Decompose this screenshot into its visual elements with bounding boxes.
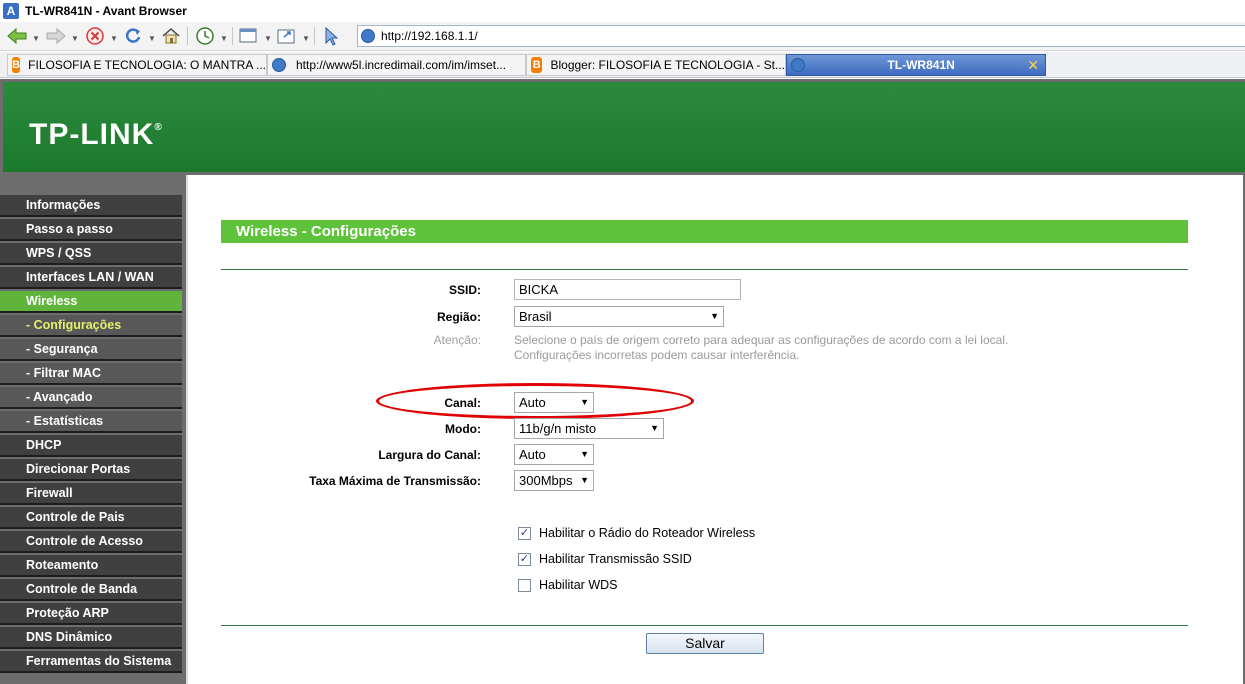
- stop-icon[interactable]: [84, 25, 106, 47]
- sidebar-item-seguranca[interactable]: - Segurança: [0, 339, 182, 361]
- largura-value: Auto: [519, 447, 546, 462]
- sidebar-item-protecao-arp[interactable]: Proteção ARP: [0, 603, 182, 625]
- window-titlebar: A TL-WR841N - Avant Browser: [0, 0, 1245, 22]
- sidebar-item-estatisticas[interactable]: - Estatísticas: [0, 411, 182, 433]
- tab-label: FILOSOFIA E TECNOLOGIA: O MANTRA ...: [28, 58, 266, 72]
- back-arrow-icon[interactable]: [6, 25, 28, 47]
- window-icon[interactable]: [238, 25, 260, 47]
- modo-value: 11b/g/n misto: [519, 421, 597, 436]
- sidebar-item-wps-qss[interactable]: WPS / QSS: [0, 243, 182, 265]
- regiao-value: Brasil: [519, 309, 552, 324]
- tab-label: http://www5l.incredimail.com/im/imset...: [296, 58, 507, 72]
- dropdown-arrow-icon: ▼: [580, 475, 589, 485]
- home-icon[interactable]: [160, 25, 182, 47]
- regiao-label: Região:: [436, 310, 481, 324]
- red-highlight-ellipse: [376, 383, 694, 419]
- sidebar-item-passo-a-passo[interactable]: Passo a passo: [0, 219, 182, 241]
- sidebar-menu: Informações Passo a passo WPS / QSS Inte…: [0, 175, 182, 684]
- sidebar-item-dns-dinamico[interactable]: DNS Dinâmico: [0, 627, 182, 649]
- tab-incredimail[interactable]: http://www5l.incredimail.com/im/imset...: [267, 54, 526, 76]
- tab-blogger[interactable]: B Blogger: FILOSOFIA E TECNOLOGIA - St..…: [526, 54, 786, 76]
- ssid-input[interactable]: [514, 279, 741, 300]
- radio-enable-label: Habilitar o Rádio do Roteador Wireless: [539, 526, 756, 540]
- taxa-select[interactable]: 300Mbps ▼: [514, 470, 594, 491]
- largura-label: Largura do Canal:: [378, 448, 481, 462]
- tab-label: Blogger: FILOSOFIA E TECNOLOGIA - St...: [550, 58, 785, 72]
- dropdown-arrow-icon: ▼: [650, 423, 659, 433]
- close-tab-icon[interactable]: ✕: [1027, 57, 1039, 74]
- modo-select[interactable]: 11b/g/n misto ▼: [514, 418, 664, 439]
- window-title: TL-WR841N - Avant Browser: [25, 4, 187, 18]
- sidebar-item-controle-de-pais[interactable]: Controle de Pais: [0, 507, 182, 529]
- sidebar-item-dhcp[interactable]: DHCP: [0, 435, 182, 457]
- sidebar-item-interfaces-lan-wan[interactable]: Interfaces LAN / WAN: [0, 267, 182, 289]
- radio-enable-checkbox[interactable]: ✓: [518, 527, 531, 540]
- wds-checkbox[interactable]: [518, 579, 531, 592]
- tab-tl-wr841n[interactable]: TL-WR841N ✕: [786, 54, 1046, 76]
- sidebar-item-firewall[interactable]: Firewall: [0, 483, 182, 505]
- wds-label: Habilitar WDS: [539, 578, 618, 592]
- main-content: Wireless - Configurações SSID: Região: B…: [186, 175, 1243, 684]
- url-input[interactable]: [379, 28, 1239, 44]
- sidebar-item-ferramentas-do-sistema[interactable]: Ferramentas do Sistema: [0, 651, 182, 673]
- tp-link-logo: TP-LINK®: [29, 118, 163, 151]
- ie-globe-icon: [361, 29, 375, 43]
- save-button[interactable]: Salvar: [646, 633, 764, 654]
- sidebar-item-wireless[interactable]: Wireless: [0, 291, 182, 313]
- avant-browser-icon: A: [3, 3, 19, 19]
- sidebar-item-controle-de-banda[interactable]: Controle de Banda: [0, 579, 182, 601]
- atencao-text-line2: Configurações incorretas podem causar in…: [514, 348, 800, 362]
- address-bar[interactable]: [357, 25, 1245, 47]
- page-title: Wireless - Configurações: [221, 220, 1188, 243]
- divider-top: [221, 269, 1188, 270]
- taxa-value: 300Mbps: [519, 473, 573, 488]
- new-window-icon[interactable]: [276, 25, 298, 47]
- header-banner: TP-LINK®: [3, 82, 1245, 172]
- browser-toolbar: ▼ ▼ ▼ ▼ ▼ ▼ ▼: [0, 22, 1245, 51]
- atencao-label: Atenção:: [433, 333, 481, 347]
- forward-arrow-icon[interactable]: [45, 25, 67, 47]
- tab-bar: B FILOSOFIA E TECNOLOGIA: O MANTRA ... h…: [0, 52, 1245, 78]
- sidebar-item-roteamento[interactable]: Roteamento: [0, 555, 182, 577]
- refresh-icon[interactable]: [122, 25, 144, 47]
- blogger-icon: B: [531, 57, 543, 73]
- sidebar-item-controle-de-acesso[interactable]: Controle de Acesso: [0, 531, 182, 553]
- ie-globe-icon: [791, 58, 805, 72]
- tab-label: TL-WR841N: [887, 58, 955, 72]
- ie-globe-icon: [272, 58, 286, 72]
- ssid-broadcast-checkbox[interactable]: ✓: [518, 553, 531, 566]
- pointer-icon[interactable]: [320, 25, 342, 47]
- ssid-label: SSID:: [448, 283, 481, 297]
- blogger-icon: B: [12, 57, 21, 73]
- history-icon[interactable]: [194, 25, 216, 47]
- divider-bottom: [221, 625, 1188, 626]
- taxa-label: Taxa Máxima de Transmissão:: [309, 474, 481, 488]
- largura-select[interactable]: Auto ▼: [514, 444, 594, 465]
- ssid-broadcast-label: Habilitar Transmissão SSID: [539, 552, 692, 566]
- dropdown-arrow-icon: ▼: [580, 449, 589, 459]
- sidebar-item-configuracoes[interactable]: - Configurações: [0, 315, 182, 337]
- sidebar-item-informacoes[interactable]: Informações: [0, 195, 182, 217]
- regiao-select[interactable]: Brasil ▼: [514, 306, 724, 327]
- tab-filosofia[interactable]: B FILOSOFIA E TECNOLOGIA: O MANTRA ...: [7, 54, 267, 76]
- dropdown-arrow-icon: ▼: [710, 311, 719, 321]
- sidebar-item-filtrar-mac[interactable]: - Filtrar MAC: [0, 363, 182, 385]
- modo-label: Modo:: [445, 422, 481, 436]
- router-page: TP-LINK® Informações Passo a passo WPS /…: [0, 79, 1245, 684]
- sidebar-item-avancado[interactable]: - Avançado: [0, 387, 182, 409]
- atencao-text-line1: Selecione o país de origem correto para …: [514, 333, 1009, 347]
- sidebar-item-direcionar-portas[interactable]: Direcionar Portas: [0, 459, 182, 481]
